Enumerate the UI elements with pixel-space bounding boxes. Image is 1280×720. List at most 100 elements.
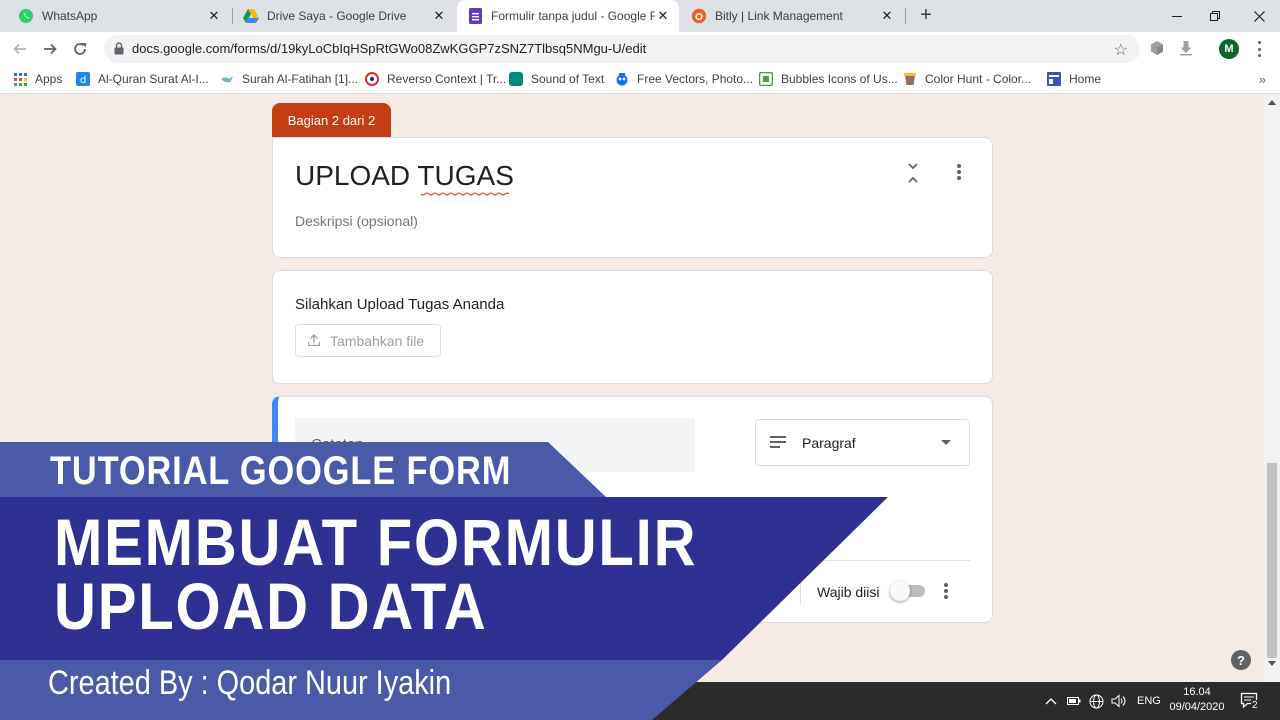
question-title[interactable]: Silahkan Upload Tugas Ananda (295, 296, 504, 313)
help-icon[interactable]: ? (1231, 650, 1251, 670)
bookmark-apps[interactable]: Apps (13, 72, 62, 86)
toggle-knob (890, 581, 910, 601)
question-title-field[interactable]: Catatan (295, 418, 695, 472)
question-type-label: Paragraf (802, 434, 856, 451)
bookmark-surah-al-fatihah[interactable]: Surah Al-Fatihah [1]... (220, 72, 358, 86)
close-window-icon[interactable] (1236, 0, 1280, 32)
close-tab-icon[interactable]: ✕ (655, 8, 671, 24)
bookmark-al-quran[interactable]: d Al-Quran Surat Al-I... (76, 72, 209, 86)
section-badge: Bagian 2 dari 2 (272, 103, 391, 137)
system-clock[interactable]: 16.04 09/04/2020 (1166, 685, 1228, 715)
network-globe-icon[interactable] (1089, 682, 1104, 720)
upload-icon (307, 333, 321, 349)
more-bookmarks-chevron-icon[interactable]: » (1259, 72, 1266, 87)
restore-window-icon[interactable] (1192, 0, 1238, 32)
language-indicator[interactable]: ENG (1137, 682, 1161, 720)
color-hunt-icon (903, 72, 917, 86)
required-toggle[interactable] (890, 581, 926, 601)
spellcheck-underline (420, 192, 510, 196)
form-editor-page: Bagian 2 dari 2 UPLOAD TUGAS Deskripsi (… (0, 95, 1264, 682)
section-title[interactable]: UPLOAD TUGAS (295, 160, 514, 192)
google-forms-icon (467, 8, 483, 24)
bookmark-label: Sound of Text (531, 72, 605, 86)
quran-icon: d (76, 72, 90, 86)
whatsapp-icon (18, 8, 34, 24)
tab-whatsapp[interactable]: WhatsApp ✕ (8, 0, 230, 32)
paragraph-question-card[interactable]: Catatan Paragraf Wajib diisi (272, 396, 993, 623)
browser-tab-strip: WhatsApp ✕ Drive Saya - Google Drive ✕ F… (0, 0, 1280, 32)
bookmarks-bar: Apps d Al-Quran Surat Al-I... Surah Al-F… (0, 66, 1280, 94)
bookmark-bubbles-icons[interactable]: Bubbles Icons of Us... (759, 72, 898, 86)
tab-title: Formulir tanpa judul - Google Fo (491, 9, 655, 23)
volume-icon[interactable] (1111, 682, 1127, 720)
action-center-icon[interactable]: 2 (1240, 691, 1260, 711)
freepik-icon (615, 72, 629, 86)
bookmark-label: Bubbles Icons of Us... (781, 72, 898, 86)
back-arrow-icon[interactable] (8, 37, 32, 61)
bookmark-home[interactable]: Home (1047, 72, 1101, 86)
apps-grid-icon (13, 72, 27, 86)
paragraph-lines-icon (770, 435, 786, 451)
close-tab-icon[interactable]: ✕ (431, 8, 447, 24)
bookmark-star-icon[interactable]: ☆ (1114, 40, 1128, 60)
question-placeholder: Catatan (311, 436, 364, 453)
file-upload-question-card[interactable]: Silahkan Upload Tugas Ananda Tambahkan f… (272, 270, 993, 384)
reload-icon[interactable] (68, 37, 92, 61)
description-field[interactable]: Deskripsi (opsional) (295, 213, 418, 229)
section-more-options-icon[interactable] (954, 163, 964, 181)
home-page-icon (1047, 72, 1061, 86)
url-text: docs.google.com/forms/d/19kyLoCbIqHSpRtG… (132, 41, 647, 56)
bookmark-sound-of-text[interactable]: Sound of Text (509, 72, 604, 86)
required-label: Wajib diisi (817, 584, 880, 600)
bookmark-reverso-context[interactable]: Reverso Context | Tr... (365, 72, 506, 86)
profile-avatar[interactable]: M (1219, 39, 1239, 59)
tray-overflow-chevron-icon[interactable] (1045, 682, 1057, 720)
google-drive-icon (243, 8, 259, 24)
bookmark-free-vectors[interactable]: Free Vectors, Photo... (615, 72, 753, 86)
tab-google-drive[interactable]: Drive Saya - Google Drive ✕ (233, 0, 455, 32)
scroll-up-arrow-icon[interactable] (1268, 100, 1276, 105)
clock-date: 09/04/2020 (1169, 701, 1225, 713)
tab-title: Drive Saya - Google Drive (267, 9, 407, 23)
footer-vertical-divider (800, 577, 801, 605)
scroll-down-arrow-icon[interactable] (1268, 661, 1276, 666)
add-file-button[interactable]: Tambahkan file (295, 324, 441, 357)
battery-icon[interactable] (1067, 682, 1081, 720)
tab-bitly[interactable]: Bitly | Link Management ✕ (681, 0, 903, 32)
bitly-icon (691, 8, 707, 24)
tab-title: Bitly | Link Management (715, 9, 843, 23)
bookmark-label: Home (1069, 72, 1102, 86)
browser-toolbar: docs.google.com/forms/d/19kyLoCbIqHSpRtG… (0, 32, 1280, 66)
section-header-card[interactable]: UPLOAD TUGAS Deskripsi (opsional) (272, 137, 993, 258)
browser-menu-icon[interactable] (1252, 40, 1266, 58)
close-tab-icon[interactable]: ✕ (206, 8, 222, 24)
forward-arrow-icon[interactable] (38, 37, 62, 61)
windows-taskbar: ENG 16.04 09/04/2020 2 (0, 682, 1280, 720)
bookmark-label: Al-Quran Surat Al-I... (98, 72, 209, 86)
sound-of-text-icon (509, 72, 523, 86)
question-more-options-icon[interactable] (941, 582, 951, 600)
download-extension-icon[interactable] (1178, 40, 1196, 58)
lock-icon (114, 42, 124, 60)
tab-separator (905, 8, 906, 24)
bookmark-label: Apps (35, 72, 63, 86)
bookmark-color-hunt[interactable]: Color Hunt - Color... (903, 72, 1031, 86)
svg-text:d: d (80, 75, 86, 86)
card-footer-divider (295, 560, 970, 561)
question-type-dropdown[interactable]: Paragraf (755, 419, 970, 466)
scrollbar-thumb[interactable] (1267, 463, 1277, 658)
bird-icon (220, 72, 234, 86)
tab-google-forms[interactable]: Formulir tanpa judul - Google Fo ✕ (457, 0, 679, 32)
extension-cube-icon[interactable] (1149, 40, 1167, 58)
bookmark-label: Surah Al-Fatihah [1]... (242, 72, 359, 86)
collapse-section-icon[interactable] (905, 162, 921, 184)
notification-count: 2 (1251, 700, 1259, 711)
bookmark-label: Reverso Context | Tr... (387, 72, 507, 86)
bookmark-label: Free Vectors, Photo... (637, 72, 754, 86)
page-scrollbar[interactable] (1264, 95, 1280, 682)
dropdown-caret-icon (941, 440, 951, 445)
bookmark-label: Color Hunt - Color... (925, 72, 1032, 86)
close-tab-icon[interactable]: ✕ (879, 8, 895, 24)
new-tab-plus-icon[interactable]: + (914, 4, 938, 28)
address-bar[interactable]: docs.google.com/forms/d/19kyLoCbIqHSpRtG… (104, 35, 1140, 63)
